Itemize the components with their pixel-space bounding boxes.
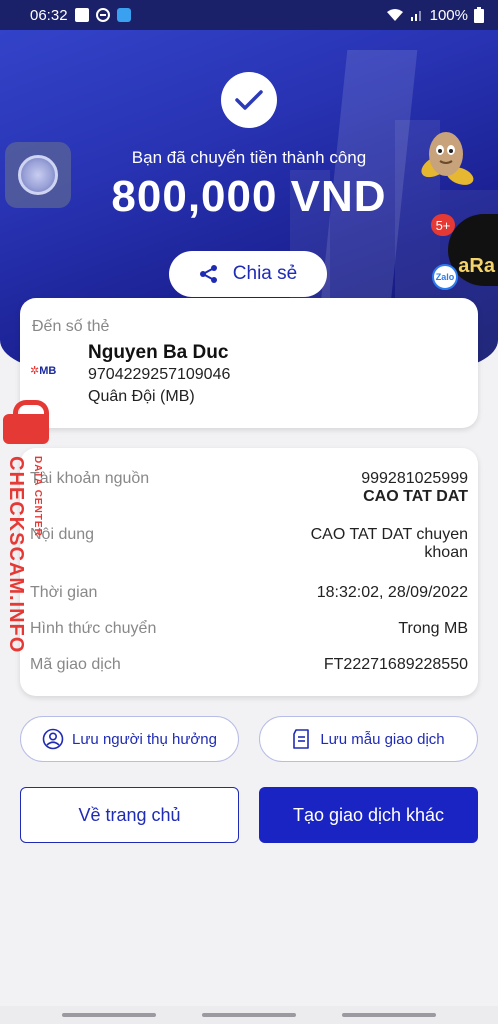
method-label: Hình thức chuyển (30, 620, 157, 637)
mb-bank-logo: ✲MB (30, 365, 57, 377)
source-account-row: Tài khoản nguồn 999281025999 CAO TAT DAT (30, 470, 468, 506)
success-check-icon (221, 72, 277, 128)
share-button[interactable]: Chia sẻ (169, 251, 327, 297)
source-account-label: Tài khoản nguồn (30, 470, 150, 487)
wifi-icon (386, 9, 403, 21)
user-circle-icon (42, 728, 64, 750)
home-button[interactable]: Về trang chủ (20, 787, 239, 843)
assistive-touch-button[interactable] (5, 142, 71, 208)
new-transaction-button[interactable]: Tạo giao dịch khác (259, 787, 478, 843)
signal-icon (410, 11, 421, 21)
method-row: Hình thức chuyển Trong MB (30, 620, 468, 638)
save-recipient-label: Lưu người thụ hưởng (72, 730, 217, 748)
app-notification-icon (116, 8, 131, 22)
save-template-label: Lưu mẫu giao dịch (320, 730, 445, 748)
share-label: Chia sẻ (232, 263, 298, 284)
transaction-id-row: Mã giao dịch FT22271689228550 (30, 656, 468, 674)
unread-badge: 5+ (431, 214, 455, 236)
battery-text: 100% (429, 6, 468, 24)
transaction-id-value: FT22271689228550 (323, 656, 468, 673)
notification-icon (74, 8, 89, 22)
transaction-details-card: Tài khoản nguồn 999281025999 CAO TAT DAT… (20, 448, 478, 696)
mascot-icon (421, 132, 474, 185)
recipient-name: Nguyen Ba Duc (88, 342, 229, 363)
time-label: Thời gian (30, 584, 98, 601)
status-time: 06:32 (30, 6, 68, 24)
share-icon (199, 265, 217, 283)
source-account-value: 999281025999 CAO TAT DAT (361, 470, 468, 505)
method-value: Trong MB (398, 620, 468, 637)
recipient-label: Đến số thẻ (32, 318, 110, 335)
status-bar: 06:32 100% (0, 0, 498, 30)
save-recipient-button[interactable]: Lưu người thụ hưởng (20, 716, 239, 762)
save-template-button[interactable]: Lưu mẫu giao dịch (259, 716, 478, 762)
do-not-disturb-icon (95, 8, 110, 22)
recipient-card: Đến số thẻ ✲MB Nguyen Ba Duc 97042292571… (20, 298, 478, 428)
document-icon (293, 729, 310, 749)
time-value: 18:32:02, 28/09/2022 (316, 584, 468, 601)
zalo-icon: Zalo (432, 264, 458, 290)
time-row: Thời gian 18:32:02, 28/09/2022 (30, 584, 468, 602)
nav-back-button[interactable] (342, 1013, 436, 1017)
nav-home-button[interactable] (202, 1013, 296, 1017)
system-nav-bar (0, 1006, 498, 1024)
content-value: CAO TAT DAT chuyen khoan (310, 526, 468, 561)
transaction-id-label: Mã giao dịch (30, 656, 121, 673)
recipient-card-number: 9704229257109046 (88, 366, 231, 383)
content-row: Nội dung CAO TAT DAT chuyen khoan (30, 526, 468, 562)
content-label: Nội dung (30, 526, 95, 543)
nav-recents-button[interactable] (62, 1013, 156, 1017)
recipient-bank-name: Quân Đội (MB) (88, 388, 195, 405)
battery-icon (474, 7, 484, 23)
